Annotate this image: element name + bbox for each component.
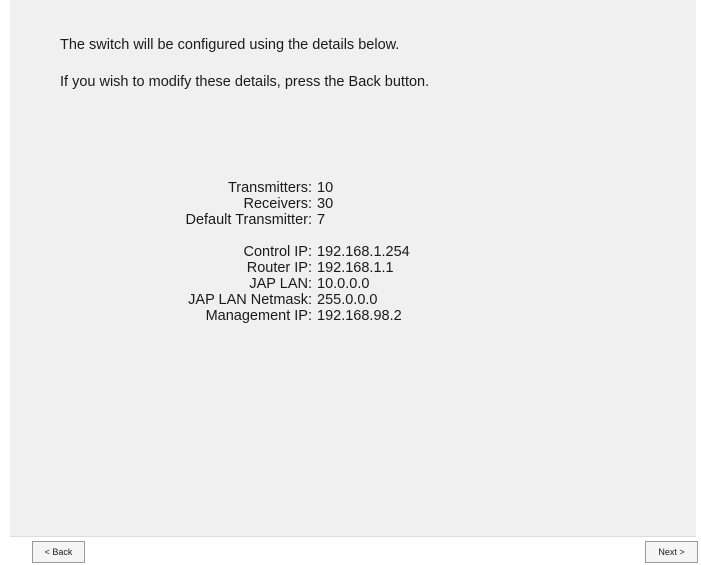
transmitters-value: 10: [317, 180, 334, 196]
default-transmitter-label: Default Transmitter:: [185, 212, 312, 228]
wizard-window: The switch will be configured using the …: [0, 0, 701, 565]
receivers-label: Receivers:: [243, 196, 313, 212]
wizard-panel: The switch will be configured using the …: [10, 0, 696, 537]
control-ip-label: Control IP:: [243, 244, 313, 260]
intro-text-1: The switch will be configured using the …: [60, 37, 400, 53]
default-transmitter-value: 7: [317, 212, 326, 228]
receivers-value: 30: [317, 196, 334, 212]
summary-row-management-ip: Management IP: 192.168.98.2: [10, 308, 696, 324]
summary-row-default-transmitter: Default Transmitter: 7: [10, 212, 696, 228]
jap-lan-value: 10.0.0.0: [317, 276, 370, 292]
jap-lan-netmask-label: JAP LAN Netmask:: [188, 292, 312, 308]
summary-row-jap-lan: JAP LAN: 10.0.0.0: [10, 276, 696, 292]
jap-lan-label: JAP LAN:: [249, 276, 312, 292]
management-ip-label: Management IP:: [205, 308, 312, 324]
summary-row-control-ip: Control IP: 192.168.1.254: [10, 244, 696, 260]
summary-row-receivers: Receivers: 30: [10, 196, 696, 212]
router-ip-value: 192.168.1.1: [317, 260, 394, 276]
transmitters-label: Transmitters:: [227, 180, 312, 196]
summary-group-counts: Transmitters: 10 Receivers: 30 Default T…: [10, 180, 696, 228]
management-ip-value: 192.168.98.2: [317, 308, 402, 324]
intro-text-2: If you wish to modify these details, pre…: [60, 74, 430, 90]
back-button[interactable]: < Back: [32, 541, 85, 563]
control-ip-value: 192.168.1.254: [317, 244, 410, 260]
router-ip-label: Router IP:: [246, 260, 312, 276]
summary-row-router-ip: Router IP: 192.168.1.1: [10, 260, 696, 276]
jap-lan-netmask-value: 255.0.0.0: [317, 292, 378, 308]
next-button[interactable]: Next >: [645, 541, 698, 563]
summary-row-jap-lan-netmask: JAP LAN Netmask: 255.0.0.0: [10, 292, 696, 308]
configuration-summary: Transmitters: 10 Receivers: 30 Default T…: [10, 180, 696, 324]
summary-row-transmitters: Transmitters: 10: [10, 180, 696, 196]
summary-group-network: Control IP: 192.168.1.254 Router IP: 192…: [10, 244, 696, 324]
